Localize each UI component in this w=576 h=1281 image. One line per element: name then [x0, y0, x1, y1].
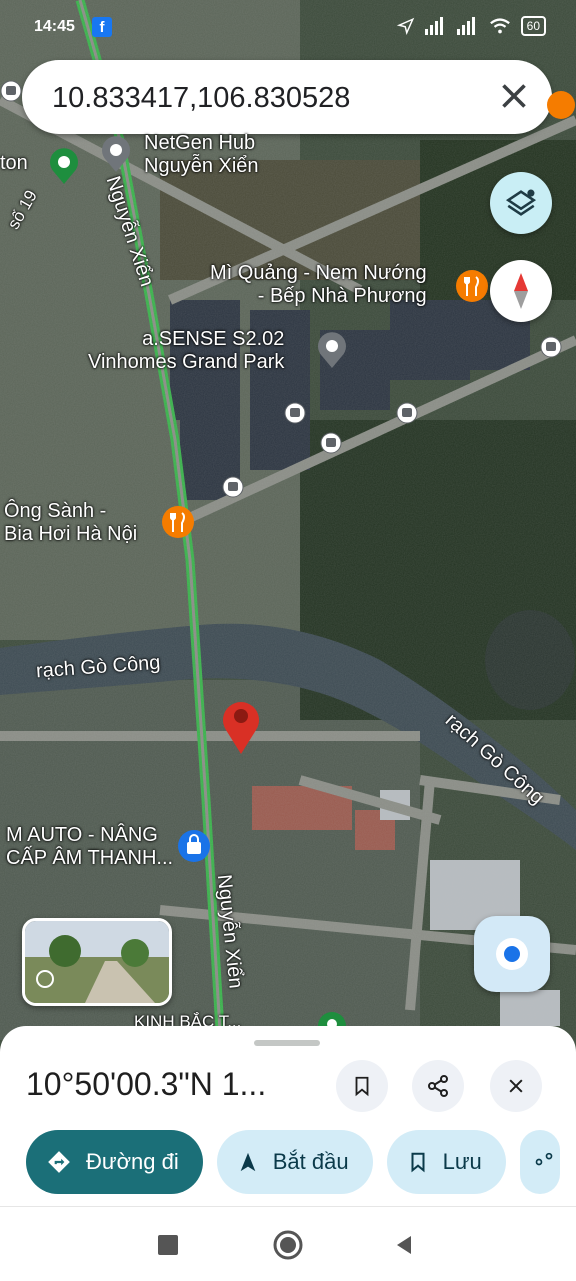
bookmark-icon: [355, 1076, 369, 1097]
bus-stop-icon[interactable]: [0, 80, 22, 102]
bus-stop-icon[interactable]: [320, 432, 342, 454]
layers-button[interactable]: [490, 172, 552, 234]
directions-icon: [48, 1151, 70, 1173]
back-triangle-icon: [397, 1236, 411, 1254]
signal-icon-2: [456, 17, 475, 35]
close-icon: [509, 1079, 523, 1093]
square-icon: [158, 1235, 178, 1255]
facebook-icon: f: [92, 17, 112, 37]
place-sheet[interactable]: 10°50'00.3"N 1... Đường đi Bắt đầu Lưu: [0, 1026, 576, 1206]
home-button[interactable]: [270, 1227, 306, 1263]
coordinate-title: 10°50'00.3"N 1...: [26, 1066, 267, 1102]
back-button[interactable]: [386, 1227, 422, 1263]
street-view-image: [25, 921, 169, 1003]
poi-label-ong-sanh-line2: Bia Hơi Hà Nội: [4, 523, 138, 545]
bus-stop-icon[interactable]: [222, 476, 244, 498]
action-chips: Đường đi Bắt đầu Lưu: [26, 1130, 560, 1194]
poi-label-ton: ton: [0, 152, 28, 174]
poi-label-asense-line1: a.SENSE S2.02: [142, 328, 285, 350]
dropped-pin-icon[interactable]: [218, 696, 264, 756]
compass-icon: [514, 273, 528, 309]
poi-label-asense-line2: Vinhomes Grand Park: [88, 351, 285, 373]
directions-label: Đường đi: [86, 1149, 179, 1174]
poi-label-mi-quang: Mì Quảng - Nem Nướng - Bếp Nhà Phương: [210, 262, 427, 308]
poi-marker-asense[interactable]: [314, 330, 350, 370]
location-arrow-icon: [396, 17, 414, 35]
poi-label-netgen-line1: NetGen Hub: [144, 132, 256, 154]
search-query[interactable]: 10.833417,106.830528: [52, 82, 350, 115]
bus-stop-icon[interactable]: [540, 336, 562, 358]
poi-label-mi-quang-line1: Mì Quảng - Nem Nướng: [210, 262, 427, 284]
shopping-icon-m-auto[interactable]: [176, 828, 212, 868]
search-bar[interactable]: 10.833417,106.830528: [22, 60, 552, 134]
close-sheet-button[interactable]: [490, 1060, 542, 1112]
signal-icon: [424, 17, 443, 35]
poi-marker-green[interactable]: [46, 146, 82, 186]
save-label: Lưu: [442, 1149, 482, 1174]
street-view-thumbnail[interactable]: [22, 918, 172, 1006]
share-icon: [428, 1075, 448, 1097]
poi-label-ong-sanh: Ông Sành - Bia Hơi Hà Nội: [4, 500, 137, 546]
close-icon[interactable]: [496, 78, 532, 114]
share-button[interactable]: [412, 1060, 464, 1112]
navigation-arrow-icon: [240, 1152, 256, 1172]
restaurant-icon-ong-sanh[interactable]: [160, 504, 196, 544]
compass-button[interactable]: [490, 260, 552, 322]
poi-label-ong-sanh-line1: Ông Sành -: [4, 500, 107, 522]
my-location-button[interactable]: [474, 916, 550, 992]
restaurant-icon-mi-quang[interactable]: [454, 268, 490, 308]
bookmark-icon: [411, 1152, 425, 1173]
more-actions-chip[interactable]: [519, 1130, 560, 1194]
poi-label-mi-quang-line2: - Bếp Nhà Phương: [257, 285, 427, 307]
status-bar: 14:45 f 60: [0, 0, 576, 56]
wifi-icon: [489, 18, 510, 34]
circle-icon: [273, 1230, 303, 1260]
restaurant-icon-edge[interactable]: [546, 90, 576, 120]
status-time: 14:45: [34, 18, 75, 35]
start-label: Bắt đầu: [272, 1149, 349, 1174]
poi-label-asense: a.SENSE S2.02 Vinhomes Grand Park: [88, 328, 284, 374]
start-button[interactable]: Bắt đầu: [216, 1130, 373, 1194]
my-location-icon: [496, 938, 528, 970]
bus-stop-icon[interactable]: [396, 402, 418, 424]
share-icon: [535, 1152, 553, 1166]
save-button[interactable]: Lưu: [386, 1130, 506, 1194]
poi-label-netgen-line2: Nguyễn Xiển: [144, 155, 259, 177]
poi-label-m-auto: M AUTO - NÂNG CẤP ÂM THANH...: [6, 824, 173, 870]
recents-button[interactable]: [150, 1227, 186, 1263]
poi-marker-netgen[interactable]: [98, 134, 134, 174]
battery-indicator: 60: [520, 16, 546, 36]
poi-label-netgen: NetGen Hub Nguyễn Xiển: [144, 132, 259, 178]
save-icon-button[interactable]: [336, 1060, 388, 1112]
bus-stop-icon[interactable]: [284, 402, 306, 424]
directions-button[interactable]: Đường đi: [26, 1130, 203, 1194]
poi-label-m-auto-line2: CẤP ÂM THANH...: [6, 847, 174, 869]
system-nav-bar: [0, 1206, 576, 1281]
sheet-drag-handle[interactable]: [254, 1040, 320, 1046]
poi-label-m-auto-line1: M AUTO - NÂNG: [6, 824, 158, 846]
layers-icon: [505, 189, 537, 216]
